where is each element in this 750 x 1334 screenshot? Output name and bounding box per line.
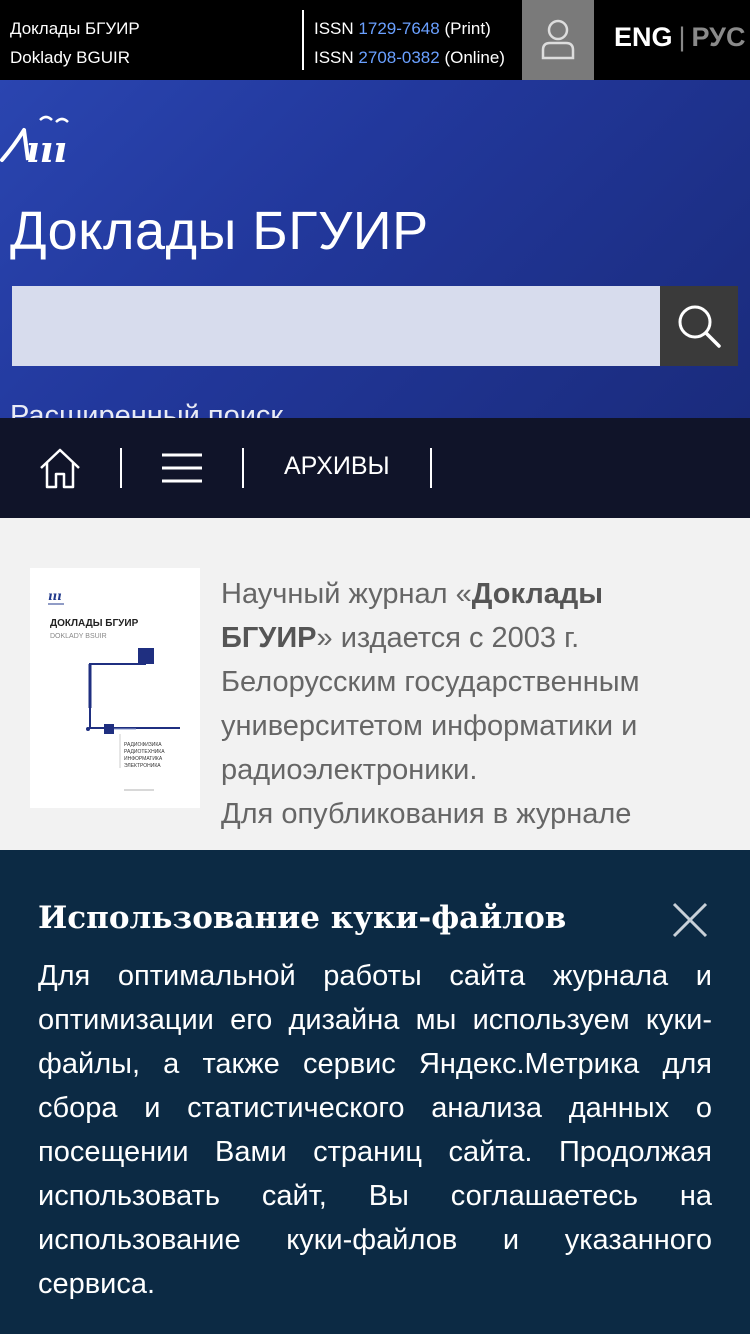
- nav-archives-link[interactable]: АРХИВЫ: [284, 452, 390, 481]
- cover-title: ДОКЛАДЫ БГУИР: [50, 618, 139, 629]
- cover-topic: ИНФОРМАТИКА: [124, 756, 163, 762]
- bsuir-logo-icon[interactable]: ııı: [0, 110, 90, 170]
- svg-text:ııı: ııı: [48, 589, 62, 603]
- main-content: ııı ДОКЛАДЫ БГУИР DOKLADY BSUIR РАДИОФИЗ…: [0, 528, 750, 874]
- nav-divider: [242, 448, 244, 488]
- cookie-title: Использование куки-файлов: [38, 900, 567, 936]
- close-icon[interactable]: [672, 902, 708, 938]
- home-icon[interactable]: [38, 446, 82, 490]
- cover-topic: РАДИОФИЗИКА: [124, 742, 162, 748]
- issn-online-link[interactable]: 2708-0382: [358, 48, 439, 67]
- journal-name-ru: Доклады БГУИР: [10, 19, 140, 38]
- journal-names: Доклады БГУИР Doklady BGUIR: [10, 14, 140, 72]
- svg-text:ııı: ııı: [26, 129, 67, 170]
- lang-rus[interactable]: РУС: [692, 22, 746, 52]
- user-account-button[interactable]: [522, 0, 594, 80]
- journal-intro-line2: Для опубликования в журнале: [221, 798, 632, 830]
- search-icon: [678, 305, 721, 348]
- lang-eng[interactable]: ENG: [614, 22, 673, 52]
- menu-icon[interactable]: [162, 452, 202, 484]
- search-button[interactable]: [660, 286, 738, 366]
- user-icon: [541, 19, 575, 60]
- journal-name-en: Doklady BGUIR: [10, 48, 130, 67]
- cover-topic: РАДИОТЕХНИКА: [124, 749, 165, 755]
- search-input[interactable]: [12, 286, 660, 366]
- site-header: ııı Доклады БГУИР Расширенный поиск: [0, 80, 750, 432]
- cookie-banner: Использование куки-файлов Для оптимально…: [0, 850, 750, 1334]
- journal-cover-image[interactable]: ııı ДОКЛАДЫ БГУИР DOKLADY BSUIR РАДИОФИЗ…: [30, 568, 200, 808]
- journal-intro: Научный журнал «Доклады БГУИР» издается …: [221, 578, 640, 786]
- page-title: Доклады БГУИР: [10, 201, 429, 261]
- cover-topic: ЭЛЕКТРОНИКА: [124, 763, 161, 769]
- language-switcher: ENG | РУС: [614, 22, 745, 53]
- main-nav: АРХИВЫ: [0, 418, 750, 518]
- lang-separator: |: [678, 22, 686, 52]
- cover-subtitle: DOKLADY BSUIR: [50, 633, 107, 640]
- topbar-divider: [302, 10, 304, 70]
- issn-print-link[interactable]: 1729-7648: [358, 19, 439, 38]
- top-bar: Доклады БГУИР Doklady BGUIR ISSN 1729-76…: [0, 0, 750, 80]
- issn-block: ISSN 1729-7648 (Print) ISSN 2708-0382 (O…: [314, 14, 505, 72]
- nav-divider: [120, 448, 122, 488]
- cookie-text: Для оптимальной работы сайта журнала и о…: [38, 960, 712, 1300]
- issn-print: ISSN 1729-7648 (Print): [314, 19, 491, 38]
- issn-online: ISSN 2708-0382 (Online): [314, 48, 505, 67]
- nav-divider: [430, 448, 432, 488]
